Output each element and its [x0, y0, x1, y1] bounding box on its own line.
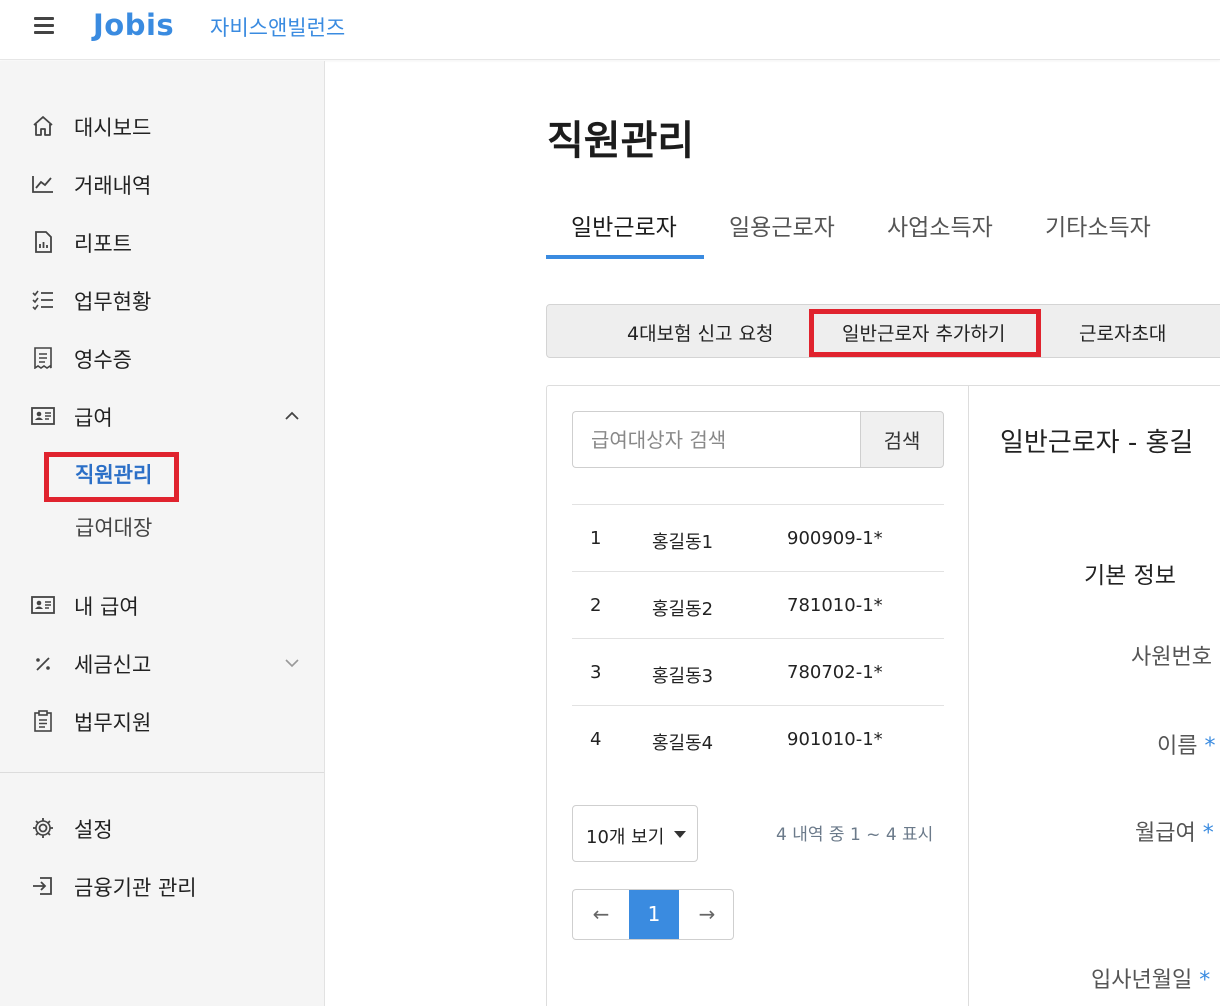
- table-row[interactable]: 2 홍길동2 781010-1*: [572, 571, 944, 638]
- row-number: 4: [590, 729, 602, 750]
- search-input[interactable]: [572, 411, 862, 468]
- company-name[interactable]: 자비스앤빌런즈: [210, 12, 345, 42]
- row-id: 900909-1*: [787, 528, 883, 549]
- id-card-icon: [31, 596, 55, 614]
- sidebar-item-label: 영수증: [74, 348, 132, 372]
- search-button[interactable]: 검색: [860, 411, 944, 468]
- row-id: 901010-1*: [787, 729, 883, 750]
- home-icon: [33, 116, 53, 136]
- percent-icon: [36, 657, 50, 671]
- top-header: Jobis 자비스앤빌런즈: [0, 0, 1220, 60]
- field-label-monthly-salary: 월급여 *: [1135, 821, 1214, 846]
- card-divider: [968, 386, 969, 1006]
- sidebar-item-transactions[interactable]: 거래내역: [0, 164, 324, 204]
- caret-down-icon: [674, 831, 686, 838]
- app-logo[interactable]: Jobis: [93, 8, 174, 42]
- sidebar-item-my-pay[interactable]: 내 급여: [0, 585, 324, 625]
- sidebar-item-label: 법무지원: [74, 711, 152, 735]
- sidebar-item-label: 금융기관 관리: [74, 876, 197, 900]
- receipt-icon: [34, 347, 52, 369]
- row-name: 홍길동2: [652, 599, 714, 620]
- field-label-hire-date: 입사년월일 *: [1091, 968, 1211, 993]
- table-row[interactable]: 3 홍길동3 780702-1*: [572, 638, 944, 705]
- sidebar-item-label: 리포트: [74, 232, 132, 256]
- tab-regular-workers[interactable]: 일반근로자: [571, 208, 677, 242]
- sidebar-item-legal-support[interactable]: 법무지원: [0, 701, 324, 741]
- chevron-down-icon[interactable]: [284, 655, 300, 671]
- sidebar-item-receipts[interactable]: 영수증: [0, 338, 324, 378]
- active-tab-indicator: [546, 255, 704, 259]
- page-size-select[interactable]: 10개 보기: [572, 805, 698, 862]
- row-id: 780702-1*: [787, 662, 883, 683]
- sidebar-item-label: 세금신고: [74, 653, 152, 677]
- row-name: 홍길동1: [652, 532, 714, 553]
- sidebar-item-payroll[interactable]: 급여: [0, 396, 324, 436]
- prev-page-button[interactable]: ←: [573, 890, 629, 939]
- pagination: ← 1 →: [572, 889, 734, 940]
- row-number: 3: [590, 662, 602, 683]
- chevron-up-icon[interactable]: [284, 408, 300, 424]
- action-bar: 4대보험 신고 요청 일반근로자 추가하기 근로자초대: [546, 304, 1220, 358]
- row-number: 2: [590, 595, 602, 616]
- tab-business-income[interactable]: 사업소득자: [887, 208, 993, 242]
- clipboard-icon: [34, 710, 52, 732]
- report-icon: [35, 231, 52, 253]
- row-number: 1: [590, 528, 602, 549]
- sidebar: 대시보드 거래내역 리포트 업무현황 영수증 급여 직원관리 급여대장 내 급여…: [0, 61, 325, 1006]
- sidebar-item-settings[interactable]: 설정: [0, 808, 324, 848]
- tab-other-income[interactable]: 기타소득자: [1045, 208, 1151, 242]
- checklist-icon: [32, 290, 53, 311]
- sign-in-icon: [33, 877, 52, 895]
- sidebar-item-label: 업무현황: [74, 290, 152, 314]
- table-row[interactable]: 4 홍길동4 901010-1*: [572, 705, 944, 772]
- sidebar-item-label: 설정: [74, 818, 113, 842]
- page-title: 직원관리: [547, 118, 695, 164]
- gear-icon: [33, 818, 53, 838]
- section-title: 기본 정보: [1084, 563, 1176, 589]
- page-size-label: 10개 보기: [586, 827, 665, 848]
- sidebar-divider: [0, 772, 324, 773]
- tab-daily-workers[interactable]: 일용근로자: [729, 208, 835, 242]
- next-page-button[interactable]: →: [679, 890, 735, 939]
- field-label-name: 이름 *: [1157, 734, 1216, 759]
- row-name: 홍길동3: [652, 666, 714, 687]
- sidebar-item-dashboard[interactable]: 대시보드: [0, 106, 324, 146]
- sidebar-item-report[interactable]: 리포트: [0, 222, 324, 262]
- row-id: 781010-1*: [787, 595, 883, 616]
- chart-line-icon: [32, 176, 53, 193]
- invite-worker-button[interactable]: 근로자초대: [1079, 319, 1166, 346]
- page-info: 4 내역 중 1 ~ 4 표시: [776, 825, 934, 845]
- insurance-report-request-button[interactable]: 4대보험 신고 요청: [627, 319, 774, 346]
- sidebar-subitem-payroll-ledger[interactable]: 급여대장: [75, 512, 152, 542]
- sidebar-item-label: 내 급여: [74, 595, 139, 619]
- id-card-icon: [31, 407, 55, 425]
- sidebar-item-financial-institutions[interactable]: 금융기관 관리: [0, 866, 324, 906]
- sidebar-item-tax-filing[interactable]: 세금신고: [0, 643, 324, 683]
- hamburger-menu-icon[interactable]: [34, 17, 54, 37]
- sidebar-item-label: 거래내역: [74, 174, 152, 198]
- sidebar-item-tasks[interactable]: 업무현황: [0, 280, 324, 320]
- add-regular-worker-button[interactable]: 일반근로자 추가하기: [842, 319, 1005, 346]
- sidebar-item-label: 대시보드: [74, 116, 152, 140]
- table-row[interactable]: 1 홍길동1 900909-1*: [572, 504, 944, 571]
- detail-title: 일반근로자 - 홍길: [1000, 428, 1194, 458]
- field-label-employee-number: 사원번호: [1131, 645, 1212, 670]
- sidebar-item-label: 급여: [74, 406, 113, 430]
- sidebar-subitem-employee-management[interactable]: 직원관리: [75, 459, 152, 489]
- page-1-button[interactable]: 1: [629, 890, 679, 939]
- row-name: 홍길동4: [652, 733, 714, 754]
